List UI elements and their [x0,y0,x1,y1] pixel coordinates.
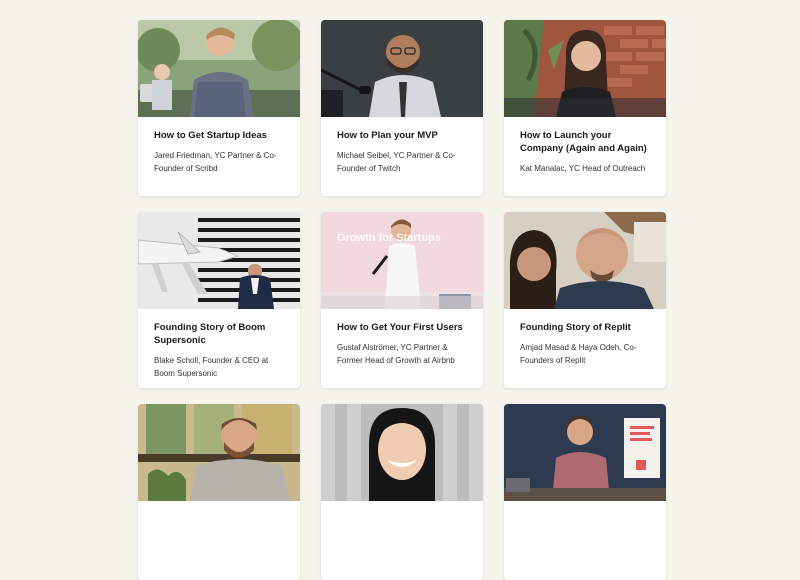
card-subtitle: Kat Manalac, YC Head of Outreach [520,164,646,173]
video-card[interactable] [504,404,666,580]
video-thumbnail[interactable] [504,404,666,501]
card-subtitle: Gustaf Alströmer, YC Partner & Former He… [337,343,455,365]
video-thumbnail[interactable] [138,20,300,117]
video-thumbnail[interactable] [138,212,300,309]
video-thumbnail[interactable] [321,20,483,117]
slide-text: Growth for Startups [337,232,441,244]
card-title[interactable]: How to Get Startup Ideas [154,129,284,142]
video-thumbnail[interactable] [504,20,666,117]
video-card-grid: How to Get Startup Ideas Jared Friedman,… [138,20,666,580]
card-subtitle: Blake Scholl, Founder & CEO at Boom Supe… [154,356,269,378]
video-card[interactable]: Founding Story of Replit Amjad Masad & H… [504,212,666,388]
video-thumbnail[interactable] [321,404,483,501]
card-subtitle: Jared Friedman, YC Partner & Co-Founder … [154,151,277,173]
video-card[interactable]: How to Get Startup Ideas Jared Friedman,… [138,20,300,196]
card-title[interactable]: How to Plan your MVP [337,129,467,142]
video-thumbnail[interactable] [504,212,666,309]
card-subtitle: Michael Seibel, YC Partner & Co-Founder … [337,151,456,173]
card-title[interactable]: Founding Story of Replit [520,321,650,334]
video-card[interactable]: How to Launch your Company (Again and Ag… [504,20,666,196]
card-title[interactable]: How to Get Your First Users [337,321,467,334]
video-card[interactable] [138,404,300,580]
video-thumbnail[interactable] [138,404,300,501]
card-subtitle: Amjad Masad & Haya Odeh, Co-Founders of … [520,343,637,365]
video-thumbnail[interactable]: Growth for Startups [321,212,483,309]
card-title[interactable]: How to Launch your Company (Again and Ag… [520,129,650,155]
video-card[interactable] [321,404,483,580]
video-card[interactable]: Growth for Startups How to Get Your Firs… [321,212,483,388]
card-title[interactable]: Founding Story of Boom Supersonic [154,321,284,347]
video-card[interactable]: Founding Story of Boom Supersonic Blake … [138,212,300,388]
video-card[interactable]: How to Plan your MVP Michael Seibel, YC … [321,20,483,196]
